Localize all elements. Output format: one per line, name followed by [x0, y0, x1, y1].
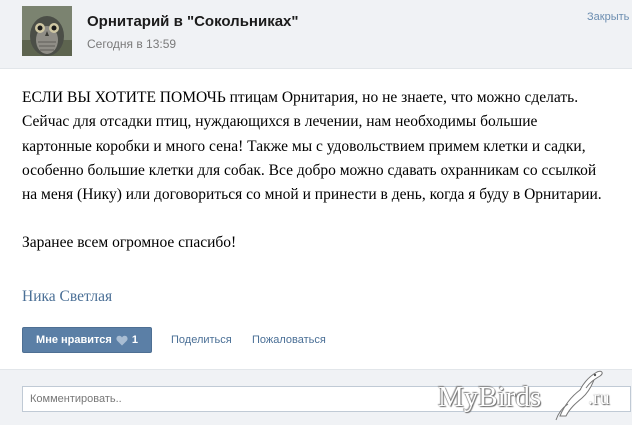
like-count: 1: [131, 334, 138, 346]
report-link[interactable]: Пожаловаться: [252, 334, 326, 346]
author-link[interactable]: Ника Светлая: [22, 288, 112, 306]
post-timestamp[interactable]: Сегодня в 13:59: [87, 37, 176, 51]
post-paragraph: Заранее всем огромное спасибо!: [22, 234, 237, 252]
avatar[interactable]: [22, 6, 72, 56]
group-title[interactable]: Орнитарий в "Сокольниках": [87, 13, 299, 30]
owl-avatar-image: [22, 6, 72, 56]
like-button[interactable]: Мне нравится 1: [22, 327, 152, 353]
comment-input[interactable]: [22, 386, 631, 412]
share-link[interactable]: Поделиться: [171, 334, 232, 346]
post-text: ЕСЛИ ВЫ ХОТИТЕ ПОМОЧЬ птицам Орнитария, …: [22, 86, 608, 256]
post-header: Орнитарий в "Сокольниках" Сегодня в 13:5…: [0, 0, 632, 69]
heart-icon: [116, 335, 128, 345]
like-label: Мне нравится: [36, 334, 112, 346]
close-link[interactable]: Закрыть: [587, 11, 629, 23]
post-paragraph: ЕСЛИ ВЫ ХОТИТЕ ПОМОЧЬ птицам Орнитария, …: [22, 89, 602, 204]
